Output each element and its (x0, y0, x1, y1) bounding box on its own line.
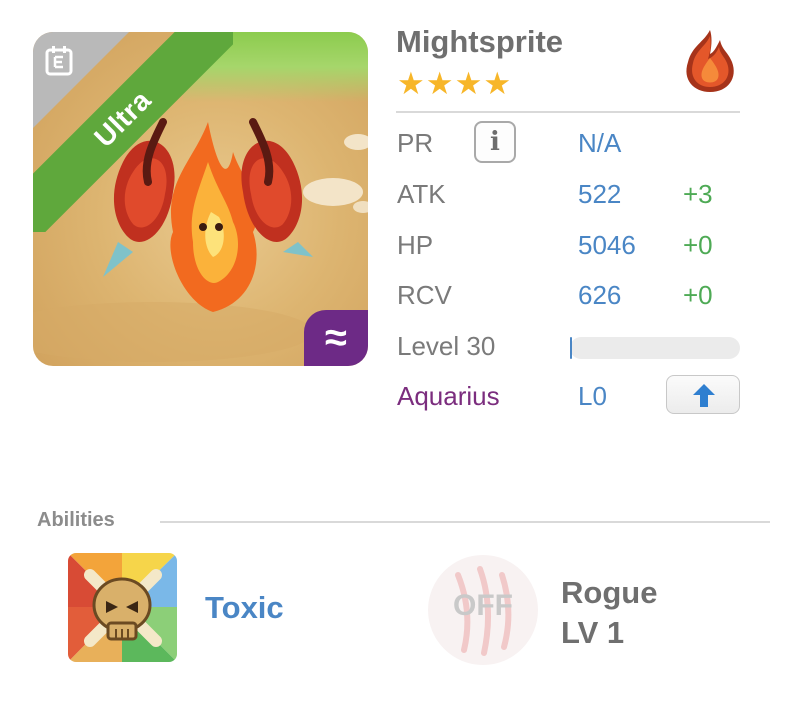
hp-bonus: +0 (683, 230, 713, 260)
toxic-ability-name: Toxic (205, 590, 284, 625)
rcv-bonus: +0 (683, 280, 713, 310)
pr-info-button[interactable]: i (474, 121, 516, 163)
pr-value: N/A (578, 128, 622, 158)
rcv-label: RCV (397, 280, 452, 310)
pr-label: PR (397, 128, 434, 158)
rogue-status: OFF (453, 589, 513, 622)
level-progress-bar (570, 337, 740, 359)
hp-label: HP (397, 230, 434, 260)
arrow-up-icon (693, 384, 715, 407)
creature-name: Mightsprite (396, 24, 564, 59)
fire-icon (686, 30, 734, 92)
rogue-ability-level: LV 1 (561, 615, 625, 650)
rcv-value: 626 (578, 280, 622, 310)
zodiac-value: L0 (578, 381, 607, 411)
abilities-divider (160, 521, 770, 523)
abilities-title: Abilities (37, 509, 115, 531)
toxic-icon-art (68, 553, 177, 662)
toxic-skull-icon[interactable] (68, 553, 177, 662)
card-icon (45, 46, 73, 76)
level-label: Level 30 (397, 331, 496, 361)
creature-card[interactable]: Ultra ≈ (33, 32, 368, 366)
atk-value: 522 (578, 179, 622, 209)
element-tab-symbol: ≈ (325, 315, 347, 360)
hp-value: 5046 (578, 230, 636, 260)
info-icon: i (490, 127, 500, 157)
zodiac-upgrade-button[interactable] (666, 375, 740, 414)
level-progress-fill (570, 337, 572, 359)
header-divider (396, 111, 740, 113)
star-rating: ★★★★ (397, 66, 513, 101)
rogue-ability-name: Rogue (561, 575, 658, 610)
aquarius-waves-icon: ≈ (304, 310, 368, 366)
atk-bonus: +3 (683, 179, 713, 209)
zodiac-label: Aquarius (397, 381, 500, 411)
rarity-label: Ultra (88, 84, 158, 154)
atk-label: ATK (397, 179, 446, 209)
